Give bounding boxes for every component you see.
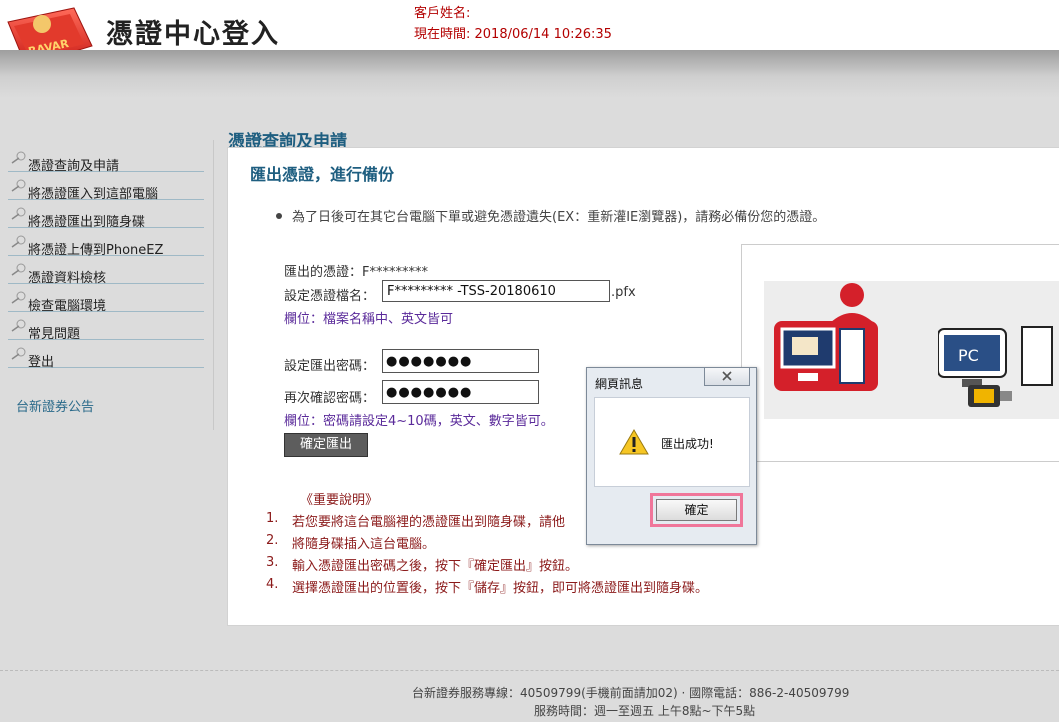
header-band (0, 50, 1059, 98)
dialog-close-button[interactable] (704, 368, 750, 386)
sidebar-item-export-cert[interactable]: 將憑證匯出到隨身碟 (8, 200, 204, 230)
filename-label: 設定憑證檔名： (284, 289, 376, 304)
dialog-ok-button[interactable]: 確定 (656, 499, 737, 521)
sidebar-item-label: 登出 (28, 355, 55, 370)
ok-button-highlight: 確定 (650, 493, 743, 527)
pushpin-icon (11, 207, 26, 220)
footer-divider (0, 670, 1059, 671)
backup-notice: 為了日後可在其它台電腦下單或避免憑證遺失(EX：重新灌IE瀏覽器)，請務必備份您… (276, 206, 825, 225)
step-number: 2. (266, 533, 279, 548)
pushpin-icon (11, 179, 26, 192)
filename-input[interactable] (382, 280, 610, 302)
section-title: 匯出憑證，進行備份 (250, 165, 395, 184)
important-title: 《重要說明》 (300, 493, 379, 508)
current-time: 現在時間: 2018/06/14 10:26:35 (414, 27, 612, 42)
page-header: RAVAR 憑證中心登入 客戶姓名: 現在時間: 2018/06/14 10:2… (0, 0, 1059, 71)
dialog-title: 網頁訊息 (595, 377, 644, 391)
sidebar-news-link[interactable]: 台新證券公告 (16, 396, 94, 415)
pushpin-icon (11, 235, 26, 248)
export-illustration: PC (741, 244, 1059, 462)
sidebar-item-faq[interactable]: 常見問題 (8, 312, 204, 342)
pushpin-icon (11, 151, 26, 164)
customer-name: 客戶姓名: (414, 6, 471, 21)
pushpin-icon (11, 291, 26, 304)
password-label: 設定匯出密碼： (284, 359, 376, 374)
sidebar-item-env-check[interactable]: 檢查電腦環境 (8, 284, 204, 314)
step-text: 選擇憑證匯出的位置後，按下『儲存』按鈕，即可將憑證匯出到隨身碟。 (292, 581, 709, 596)
footer-hours: 服務時間：週一至週五 上午8點~下午5點 (534, 704, 756, 718)
pushpin-icon (11, 319, 26, 332)
sidebar-item-cert-check[interactable]: 憑證資料檢核 (8, 256, 204, 286)
user-computer-icon (774, 283, 878, 391)
brand-title: 憑證中心登入 (106, 19, 280, 50)
close-icon (722, 371, 732, 381)
pc-label: PC (958, 346, 979, 365)
sidebar-item-logout[interactable]: 登出 (8, 340, 204, 370)
sidebar-item-cert-query[interactable]: 憑證查詢及申請 (8, 144, 204, 174)
step-number: 3. (266, 555, 279, 570)
step-text: 輸入憑證匯出密碼之後，按下『確定匯出』按鈕。 (292, 559, 579, 574)
step-text: 將隨身碟插入這台電腦。 (292, 537, 436, 552)
pushpin-icon (11, 263, 26, 276)
pc-usb-icon: PC (938, 326, 1053, 407)
sidebar-item-import-cert[interactable]: 將憑證匯入到這部電腦 (8, 172, 204, 202)
password-note: 欄位：密碼請設定4~10碼，英文、數字皆可。 (284, 414, 554, 429)
backup-notice-text: 為了日後可在其它台電腦下單或避免憑證遺失(EX：重新灌IE瀏覽器)，請務必備份您… (292, 210, 826, 225)
sidebar: 憑證查詢及申請 將憑證匯入到這部電腦 將憑證匯出到隨身碟 將憑證上傳到Phone… (0, 140, 214, 430)
password-input[interactable] (382, 349, 539, 373)
step-number: 1. (266, 511, 279, 526)
cert-label: 匯出的憑證：F********* (284, 265, 428, 280)
footer-hotline: 台新證券服務專線：40509799(手機前面請加02) · 國際電話：886-2… (412, 686, 850, 700)
confirm-password-label: 再次確認密碼： (284, 391, 376, 406)
dialog-body: 匯出成功! (594, 397, 750, 487)
warning-icon (619, 429, 649, 455)
sidebar-item-upload-phoneez[interactable]: 將憑證上傳到PhoneEZ (8, 228, 204, 258)
export-button[interactable]: 確定匯出 (284, 433, 368, 457)
pushpin-icon (11, 347, 26, 360)
confirm-password-input[interactable] (382, 380, 539, 404)
step-text: 若您要將這台電腦裡的憑證匯出到隨身碟，請他 (292, 515, 566, 530)
message-dialog: 網頁訊息 匯出成功! 確定 (586, 367, 757, 545)
step-number: 4. (266, 577, 279, 592)
dialog-message: 匯出成功! (661, 437, 714, 451)
filename-ext: .pfx (611, 285, 636, 300)
filename-note: 欄位：檔案名稱中、英文皆可 (284, 312, 454, 327)
bullet-icon (276, 213, 282, 219)
